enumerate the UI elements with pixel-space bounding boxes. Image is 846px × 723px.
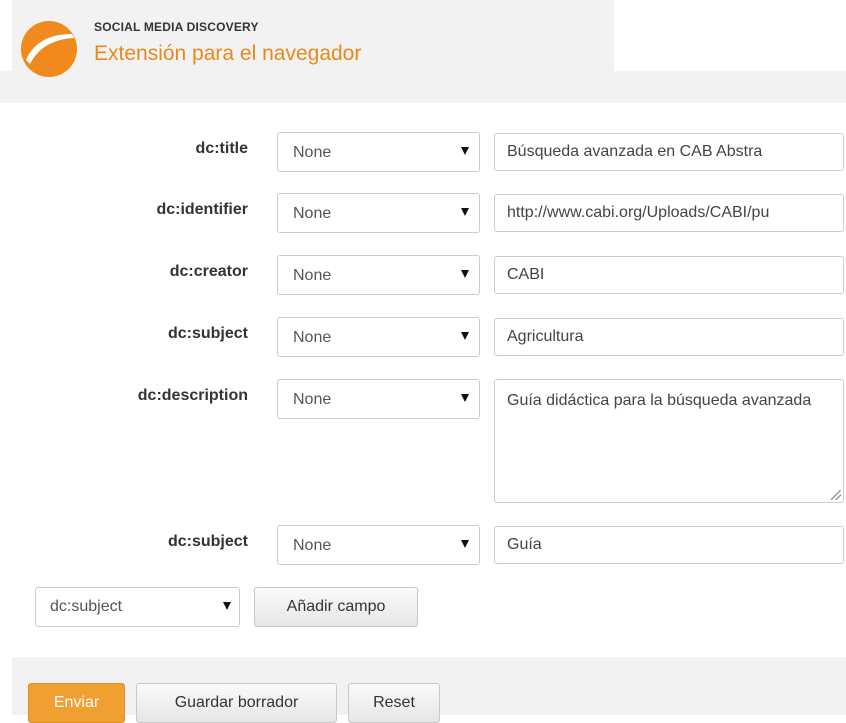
select-value: None [293,537,332,554]
select-value: None [293,267,332,284]
field-label: dc:identifier [156,201,248,218]
dropdown-arrow-icon [461,208,469,216]
field-value-textarea[interactable]: Guía didáctica para la búsqueda avanzada [494,379,844,503]
dropdown-arrow-icon [461,332,469,340]
dropdown-arrow-icon [461,540,469,548]
add-field-button[interactable]: Añadir campo [254,587,418,627]
orange-circle-logo-icon [21,21,77,77]
save-draft-button[interactable]: Guardar borrador [136,683,337,723]
textarea-value: Guía didáctica para la búsqueda avanzada [507,392,812,409]
dropdown-arrow-icon [461,147,469,155]
brand-title: Extensión para el navegador [94,42,362,65]
field-type-select[interactable]: None [277,525,480,565]
field-label: dc:description [137,387,248,404]
reset-button[interactable]: Reset [348,683,440,723]
field-label: dc:subject [167,325,248,342]
dropdown-arrow-icon [461,394,469,402]
field-type-select[interactable]: None [277,193,480,233]
select-value: None [293,144,332,161]
select-value: None [293,329,332,346]
field-type-select[interactable]: None [277,255,480,295]
field-value-input[interactable]: http://www.cabi.org/Uploads/CABI/pu [494,194,844,232]
field-label: dc:subject [167,533,248,550]
field-label: dc:title [195,140,248,157]
field-label: dc:creator [169,263,248,280]
field-type-select[interactable]: None [277,317,480,357]
select-value: None [293,391,332,408]
dropdown-arrow-icon [223,602,231,610]
submit-button[interactable]: Enviar [28,683,125,723]
brand-tagline: SOCIAL MEDIA DISCOVERY [94,20,259,34]
field-value-input[interactable]: Búsqueda avanzada en CAB Abstra [494,133,844,171]
field-type-select[interactable]: None [277,379,480,419]
field-value-input[interactable]: Agricultura [494,318,844,356]
dropdown-arrow-icon [461,270,469,278]
select-value: None [293,205,332,222]
resize-handle-icon[interactable] [831,490,841,500]
field-value-input[interactable]: Guía [494,526,844,564]
field-value-input[interactable]: CABI [494,256,844,294]
select-value: dc:subject [50,598,123,615]
header: SOCIAL MEDIA DISCOVERY Extensión para el… [0,0,846,103]
field-type-select[interactable]: None [277,132,480,172]
header-band [0,71,846,103]
add-field-select[interactable]: dc:subject [35,587,240,627]
